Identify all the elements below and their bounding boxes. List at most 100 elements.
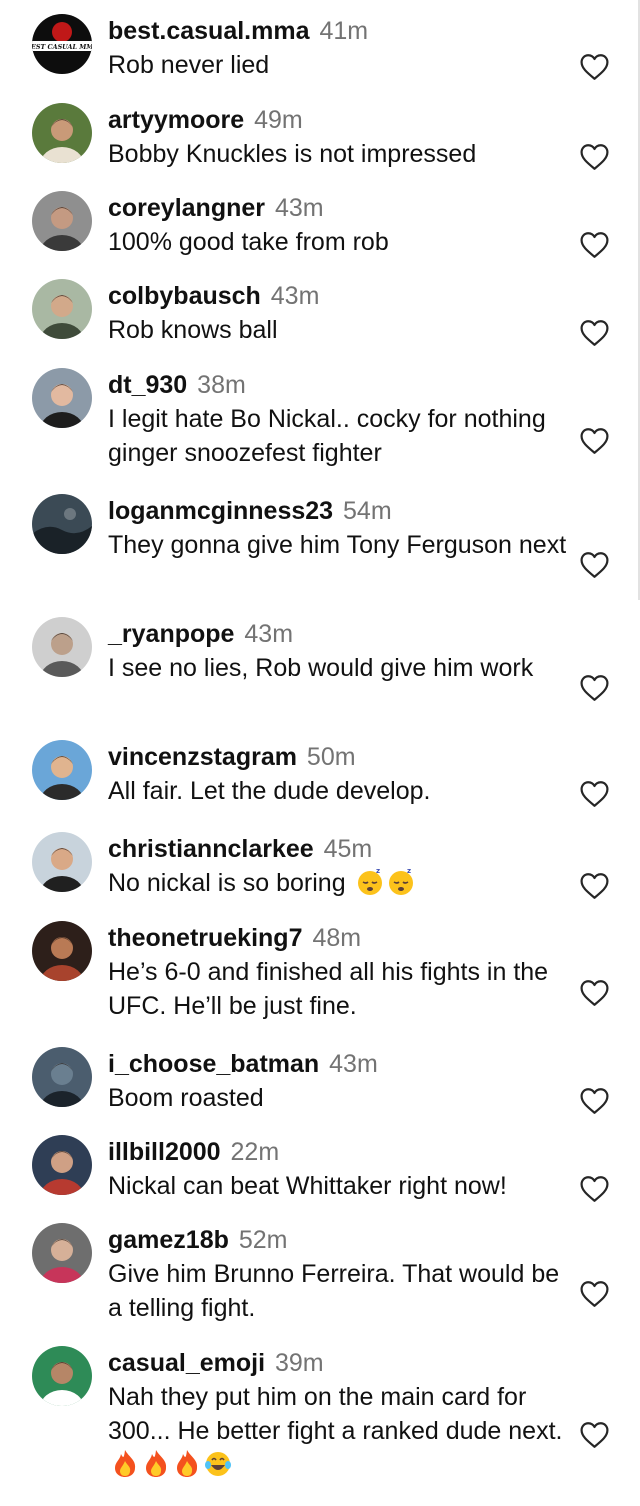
comment-body: dt_930 38m I legit hate Bo Nickal.. cocky… xyxy=(108,368,570,470)
username-link[interactable]: theonetrueking7 xyxy=(108,924,302,952)
photo-avatar[interactable] xyxy=(32,740,92,800)
comment-meta: colbybausch 43m xyxy=(108,279,570,313)
heart-outline-icon[interactable] xyxy=(579,52,610,81)
photo-avatar[interactable] xyxy=(32,832,92,892)
comment-text: I legit hate Bo Nickal.. cocky for nothi… xyxy=(108,405,546,467)
username-link[interactable]: christiannclarkee xyxy=(108,835,314,863)
comment-body: vincenzstagram 50m All fair. Let the dude… xyxy=(108,740,570,808)
username-link[interactable]: loganmcginness23 xyxy=(108,497,333,525)
fire-emoji xyxy=(146,1450,167,1477)
photo-avatar[interactable] xyxy=(32,279,92,339)
comment-body: illbill2000 22m Nickal can beat Whittaker… xyxy=(108,1135,570,1203)
heart-outline-icon[interactable] xyxy=(579,1279,610,1308)
comment-timestamp: 39m xyxy=(274,1349,324,1377)
username-link[interactable]: vincenzstagram xyxy=(108,743,297,771)
username-link[interactable]: colbybausch xyxy=(108,282,261,310)
comment-text-block: Rob knows ball xyxy=(108,313,570,347)
comment-meta: best.casual.mma 41m xyxy=(108,14,570,48)
comment-text: Give him Brunno Ferreira. That would be … xyxy=(108,1260,560,1322)
comment-text-block: Boom roasted xyxy=(108,1081,570,1115)
comment-text: I see no lies, Rob would give him work xyxy=(108,654,534,682)
heart-outline-icon[interactable] xyxy=(579,230,610,259)
comment-list: BEST CASUAL MMA best.casual.mma 41m Rob ne… xyxy=(0,0,640,1506)
tears-of-joy-emoji xyxy=(205,1452,231,1476)
comment-text-block: Nickal can beat Whittaker right now! xyxy=(108,1169,570,1203)
username-link[interactable]: casual_emoji xyxy=(108,1349,265,1377)
comment-timestamp: 50m xyxy=(306,743,356,771)
comment-meta: illbill2000 22m xyxy=(108,1135,570,1169)
comment-meta: vincenzstagram 50m xyxy=(108,740,570,774)
comment-meta: theonetrueking7 48m xyxy=(108,921,570,955)
username-link[interactable]: best.casual.mma xyxy=(108,17,310,45)
comment-text: Boom roasted xyxy=(108,1084,264,1112)
comment-timestamp: 22m xyxy=(230,1138,280,1166)
photo-avatar[interactable] xyxy=(32,191,92,251)
photo-avatar[interactable] xyxy=(32,1346,92,1406)
comment-body: colbybausch 43m Rob knows ball xyxy=(108,279,570,347)
comment-body: best.casual.mma 41m Rob never lied xyxy=(108,14,570,82)
comment-text-block: I legit hate Bo Nickal.. cocky for nothi… xyxy=(108,402,570,470)
heart-outline-icon[interactable] xyxy=(579,673,610,702)
photo-avatar[interactable] xyxy=(32,1223,92,1283)
photo-avatar[interactable] xyxy=(32,494,92,554)
heart-outline-icon[interactable] xyxy=(579,978,610,1007)
comment-meta: christiannclarkee 45m xyxy=(108,832,570,866)
comment-body: christiannclarkee 45m No nickal is so bor… xyxy=(108,832,570,900)
heart-outline-icon[interactable] xyxy=(579,1420,610,1449)
comment-text-block: Give him Brunno Ferreira. That would be … xyxy=(108,1257,570,1325)
comment-timestamp: 54m xyxy=(343,497,392,525)
username-link[interactable]: i_choose_batman xyxy=(108,1050,319,1078)
comment-body: i_choose_batman 43m Boom roasted xyxy=(108,1047,570,1115)
comment-timestamp: 38m xyxy=(197,371,246,399)
heart-outline-icon[interactable] xyxy=(579,1174,610,1203)
comment-text: Bobby Knuckles is not impressed xyxy=(108,140,477,168)
photo-avatar[interactable] xyxy=(32,1047,92,1107)
comment-timestamp: 43m xyxy=(329,1050,378,1078)
sleeping-face-emoji: z xyxy=(357,867,382,895)
photo-avatar[interactable] xyxy=(32,617,92,677)
username-link[interactable]: gamez18b xyxy=(108,1226,229,1254)
photo-avatar[interactable] xyxy=(32,921,92,981)
comment-meta: gamez18b 52m xyxy=(108,1223,570,1257)
comment-text-block: No nickal is so boring z z xyxy=(108,866,570,900)
photo-avatar[interactable] xyxy=(32,1135,92,1195)
heart-outline-icon[interactable] xyxy=(579,871,610,900)
comment-body: _ryanpope 43m I see no lies, Rob would gi… xyxy=(108,617,570,685)
username-link[interactable]: _ryanpope xyxy=(108,620,234,648)
comment-text-block: I see no lies, Rob would give him work xyxy=(108,651,570,685)
comment-meta: coreylangner 43m xyxy=(108,191,570,225)
heart-outline-icon[interactable] xyxy=(579,1086,610,1115)
logo-avatar[interactable]: BEST CASUAL MMA xyxy=(32,14,92,74)
heart-outline-icon[interactable] xyxy=(579,142,610,171)
username-link[interactable]: illbill2000 xyxy=(108,1138,221,1166)
comment-timestamp: 41m xyxy=(319,17,369,45)
heart-outline-icon[interactable] xyxy=(579,550,610,579)
comment-text: 100% good take from rob xyxy=(108,228,389,256)
comment-text-block: Nah they put him on the main card for 30… xyxy=(108,1380,570,1482)
comment-meta: artyymoore 49m xyxy=(108,103,570,137)
photo-avatar[interactable] xyxy=(32,103,92,163)
comment-meta: _ryanpope 43m xyxy=(108,617,570,651)
username-link[interactable]: artyymoore xyxy=(108,106,244,134)
username-link[interactable]: dt_930 xyxy=(108,371,187,399)
svg-text:z: z xyxy=(376,867,380,875)
comment-text-block: They gonna give him Tony Ferguson next xyxy=(108,528,570,562)
logo-lettering: BEST CASUAL MMA xyxy=(32,43,92,51)
heart-outline-icon[interactable] xyxy=(579,318,610,347)
comment-timestamp: 49m xyxy=(254,106,303,134)
photo-avatar[interactable] xyxy=(32,368,92,428)
comment-timestamp: 52m xyxy=(238,1226,288,1254)
comment-body: coreylangner 43m 100% good take from rob xyxy=(108,191,570,259)
comment-timestamp: 43m xyxy=(270,282,320,310)
comment-meta: casual_emoji 39m xyxy=(108,1346,570,1380)
heart-outline-icon[interactable] xyxy=(579,779,610,808)
comment-meta: loganmcginness23 54m xyxy=(108,494,570,528)
heart-outline-icon[interactable] xyxy=(579,426,610,455)
comment-text-block: He’s 6-0 and finished all his fights in … xyxy=(108,955,570,1023)
comment-timestamp: 45m xyxy=(323,835,373,863)
username-link[interactable]: coreylangner xyxy=(108,194,265,222)
comment-body: loganmcginness23 54m They gonna give him … xyxy=(108,494,570,562)
comment-text: No nickal is so boring xyxy=(108,869,346,897)
comment-text: They gonna give him Tony Ferguson next xyxy=(108,531,567,559)
comment-text-block: Rob never lied xyxy=(108,48,570,82)
